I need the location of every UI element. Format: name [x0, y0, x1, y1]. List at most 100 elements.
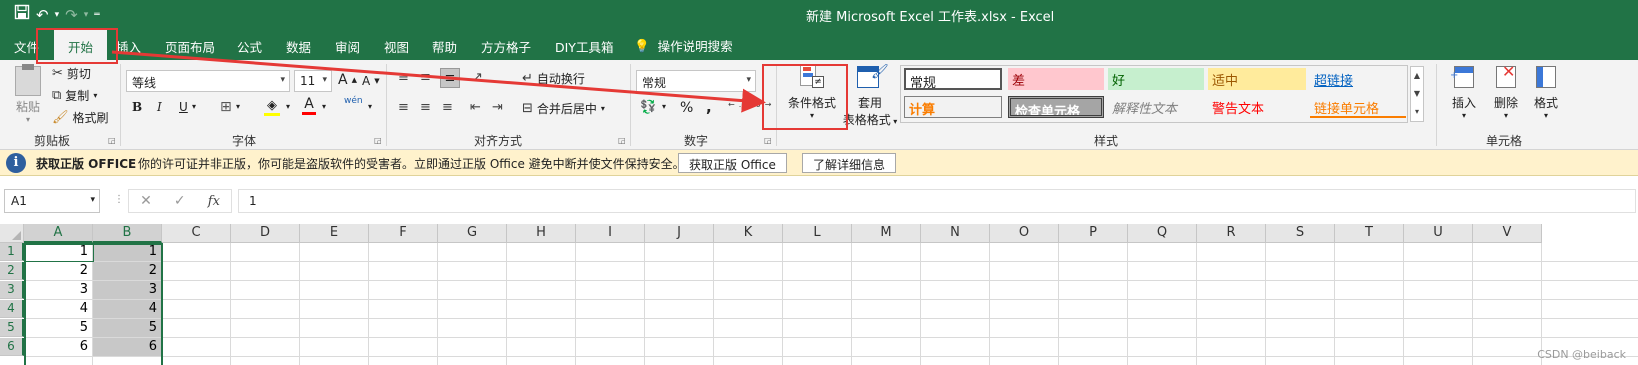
learn-more-button[interactable]: 了解详细信息 [802, 153, 897, 173]
style-neutral[interactable]: 适中 [1208, 68, 1306, 90]
row-header[interactable]: 4 [0, 300, 24, 318]
format-cells-button[interactable]: 格式 ▾ [1528, 64, 1564, 120]
gallery-up-icon[interactable]: ▲ [1411, 67, 1423, 85]
column-header-t[interactable]: T [1335, 224, 1404, 243]
column-header-d[interactable]: D [231, 224, 300, 243]
accounting-dropdown-icon[interactable]: ▾ [662, 102, 666, 111]
delete-cells-button[interactable]: ✕ 删除 ▾ [1486, 62, 1526, 120]
column-header-o[interactable]: O [990, 224, 1059, 243]
format-painter-button[interactable]: 🖌 格式刷 [52, 109, 109, 126]
column-header-i[interactable]: I [576, 224, 645, 243]
accounting-icon[interactable]: 💱 [640, 100, 656, 115]
cell-b[interactable]: 4 [93, 300, 161, 318]
increase-font-button[interactable]: A ▲ [338, 72, 357, 88]
tell-me-search[interactable]: 💡 操作说明搜索 [634, 36, 733, 55]
style-normal[interactable]: 常规 [904, 68, 1002, 90]
style-warning[interactable]: 警告文本 [1208, 96, 1306, 118]
style-linked-cell[interactable]: 链接单元格 [1310, 96, 1406, 118]
copy-button[interactable]: ⧉ 复制 ▾ [52, 87, 97, 104]
cancel-icon[interactable]: ✕ [140, 193, 152, 209]
align-bottom-icon[interactable]: ≡ [440, 68, 460, 88]
align-center-icon[interactable]: ≡ [420, 100, 431, 115]
conditional-format-button[interactable]: ≠ 条件格式 ▾ [784, 64, 840, 120]
increase-indent-icon[interactable]: ⇥ [492, 100, 503, 115]
font-name-dropdown[interactable]: 等线 ▾ [126, 70, 290, 92]
tab-view[interactable]: 视图 [384, 37, 409, 56]
tab-home[interactable]: 开始 [54, 30, 108, 60]
cell-a[interactable]: 6 [24, 338, 92, 356]
column-header-b[interactable]: B [93, 224, 162, 243]
cell-a[interactable]: 3 [24, 281, 92, 299]
style-good[interactable]: 好 [1108, 68, 1204, 90]
wrap-text-button[interactable]: ↵ 自动换行 [522, 70, 585, 87]
column-header-n[interactable]: N [921, 224, 990, 243]
border-dropdown-icon[interactable]: ▾ [236, 102, 240, 111]
column-header-p[interactable]: P [1059, 224, 1128, 243]
undo-icon[interactable]: ↶ [36, 5, 49, 25]
insert-cells-button[interactable]: + 插入 ▾ [1444, 64, 1484, 120]
tab-fangfang[interactable]: 方方格子 [481, 37, 531, 56]
phonetic-icon[interactable]: wén [344, 96, 363, 106]
phonetic-dropdown-icon[interactable]: ▾ [368, 102, 372, 111]
paste-button[interactable]: 粘贴 ▾ [8, 64, 48, 124]
decrease-indent-icon[interactable]: ⇤ [470, 100, 481, 115]
enter-icon[interactable]: ✓ [174, 193, 186, 209]
cut-button[interactable]: ✂ 剪切 [52, 65, 91, 82]
column-header-c[interactable]: C [162, 224, 231, 243]
redo-dropdown-icon[interactable]: ▾ [84, 5, 89, 25]
column-header-a[interactable]: A [24, 224, 93, 243]
font-color-dropdown-icon[interactable]: ▾ [322, 102, 326, 111]
fill-color-dropdown-icon[interactable]: ▾ [286, 102, 290, 111]
column-header-v[interactable]: V [1473, 224, 1542, 243]
orientation-icon[interactable]: ↗ [472, 70, 483, 85]
tab-review[interactable]: 审阅 [335, 37, 360, 56]
undo-dropdown-icon[interactable]: ▾ [55, 5, 60, 25]
cell-b[interactable]: 1 [93, 243, 161, 261]
formula-splitter-icon[interactable]: ⋮ [114, 194, 124, 205]
column-header-l[interactable]: L [783, 224, 852, 243]
name-box[interactable]: A1 ▾ [4, 189, 100, 213]
tab-file[interactable]: 文件 [14, 37, 39, 56]
get-genuine-office-button[interactable]: 获取正版 Office [678, 153, 787, 173]
column-header-g[interactable]: G [438, 224, 507, 243]
customize-qat-icon[interactable]: ═ [94, 5, 99, 25]
column-header-f[interactable]: F [369, 224, 438, 243]
underline-dropdown-icon[interactable]: ▾ [192, 102, 196, 111]
column-header-j[interactable]: J [645, 224, 714, 243]
tab-formulas[interactable]: 公式 [237, 37, 262, 56]
style-bad[interactable]: 差 [1008, 68, 1104, 90]
tab-help[interactable]: 帮助 [432, 37, 457, 56]
tab-page-layout[interactable]: 页面布局 [165, 37, 215, 56]
font-color-button[interactable]: A [302, 96, 316, 115]
cell-b[interactable]: 2 [93, 262, 161, 280]
column-header-k[interactable]: K [714, 224, 783, 243]
column-header-u[interactable]: U [1404, 224, 1473, 243]
gallery-down-icon[interactable]: ▼ [1411, 85, 1423, 103]
row-header[interactable]: 3 [0, 281, 24, 299]
font-size-dropdown[interactable]: 11 ▾ [294, 70, 332, 92]
font-launcher-icon[interactable]: ◲ [374, 136, 382, 145]
style-hyperlink[interactable]: 超链接 [1310, 68, 1406, 90]
row-header[interactable]: 5 [0, 319, 24, 337]
cell-a[interactable]: 4 [24, 300, 92, 318]
column-header-e[interactable]: E [300, 224, 369, 243]
number-format-dropdown[interactable]: 常规 ▾ [636, 70, 756, 92]
cell-a[interactable]: 2 [24, 262, 92, 280]
tab-insert[interactable]: 插入 [116, 37, 141, 56]
gallery-scroll[interactable]: ▲ ▼ ▾ [1410, 66, 1424, 122]
decrease-decimal-button[interactable]: .00 → [748, 100, 771, 109]
decrease-font-button[interactable]: A ▼ [362, 74, 380, 88]
gallery-more-icon[interactable]: ▾ [1411, 103, 1423, 121]
align-middle-icon[interactable]: ≡ [420, 70, 431, 85]
tab-data[interactable]: 数据 [286, 37, 311, 56]
insert-function-icon[interactable]: fx [208, 194, 220, 209]
comma-button[interactable]: , [706, 98, 712, 116]
style-check-cell[interactable]: 检查单元格 [1008, 96, 1104, 118]
bold-button[interactable]: B [132, 100, 142, 114]
merge-center-button[interactable]: ⊟ 合并后居中 ▾ [522, 100, 605, 117]
align-top-icon[interactable]: ≡ [398, 70, 409, 85]
percent-button[interactable]: % [680, 100, 693, 116]
row-header[interactable]: 6 [0, 338, 24, 356]
column-header-q[interactable]: Q [1128, 224, 1197, 243]
select-all-button[interactable] [0, 224, 24, 243]
